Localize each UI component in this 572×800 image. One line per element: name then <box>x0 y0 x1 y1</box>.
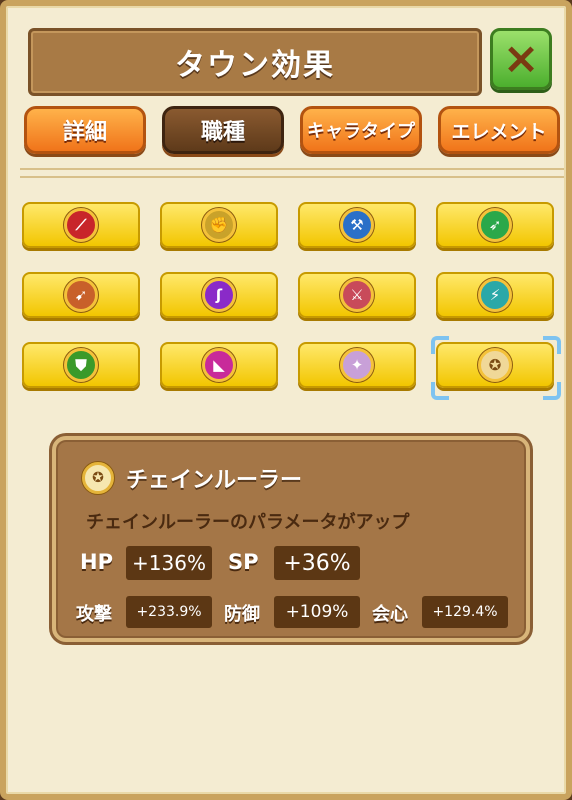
job-button-dual-blade[interactable]: ⚔ <box>298 272 416 318</box>
job-name: チェインルーラー <box>126 468 303 493</box>
defense-value: +109% <box>274 596 360 628</box>
job-button-axe[interactable]: ⚒ <box>298 202 416 248</box>
selection-highlight <box>431 336 561 400</box>
job-button-arrow[interactable]: ➶ <box>436 202 554 248</box>
sp-value: +36% <box>274 546 360 580</box>
spear-icon: ⟋ <box>64 208 98 242</box>
tab-character-type[interactable]: キャラタイプ <box>300 106 422 154</box>
chain-ruler-icon: ✪ <box>82 462 114 494</box>
attack-label: 攻撃 <box>76 604 112 625</box>
job-button-spear[interactable]: ⟋ <box>22 202 140 248</box>
magic-tome-icon: ✦ <box>340 348 374 382</box>
divider <box>20 168 564 178</box>
tab-job[interactable]: 職種 <box>162 106 284 154</box>
tab-element[interactable]: エレメント <box>438 106 560 154</box>
staff-icon: ʃ <box>202 278 236 312</box>
job-button-blade[interactable]: ⚡ <box>436 272 554 318</box>
critical-value: +129.4% <box>422 596 508 628</box>
job-button-staff[interactable]: ʃ <box>160 272 278 318</box>
info-panel: ✪ チェインルーラー チェインルーラーのパラメータがアップ HP +136% S… <box>52 436 530 642</box>
shield-icon: ⛊ <box>64 348 98 382</box>
page-title: タウン効果 <box>175 48 335 83</box>
sp-label: SP <box>228 550 259 574</box>
town-effect-panel: タウン効果 × 詳細 職種 キャラタイプ エレメント ⟋ ✊ ⚒ ➶ ➹ ʃ ⚔… <box>0 0 572 800</box>
title-bar: タウン効果 <box>28 28 482 96</box>
hp-value: +136% <box>126 546 212 580</box>
job-button-magic-tome[interactable]: ✦ <box>298 342 416 388</box>
axe-icon: ⚒ <box>340 208 374 242</box>
dual-blade-icon: ⚔ <box>340 278 374 312</box>
bow-icon: ➹ <box>64 278 98 312</box>
arrow-icon: ➶ <box>478 208 512 242</box>
tab-bar: 詳細 職種 キャラタイプ エレメント <box>24 106 560 156</box>
job-button-bow[interactable]: ➹ <box>22 272 140 318</box>
defense-label: 防御 <box>224 604 260 625</box>
tab-details[interactable]: 詳細 <box>24 106 146 154</box>
critical-label: 会心 <box>372 604 408 625</box>
job-button-boot[interactable]: ◣ <box>160 342 278 388</box>
fist-icon: ✊ <box>202 208 236 242</box>
job-button-fist[interactable]: ✊ <box>160 202 278 248</box>
job-button-shield[interactable]: ⛊ <box>22 342 140 388</box>
job-description: チェインルーラーのパラメータがアップ <box>86 512 410 533</box>
close-icon: × <box>502 33 540 84</box>
close-button[interactable]: × <box>490 28 552 90</box>
attack-value: +233.9% <box>126 596 212 628</box>
info-header: ✪ チェインルーラー <box>82 462 302 494</box>
boot-icon: ◣ <box>202 348 236 382</box>
hp-label: HP <box>80 550 113 574</box>
blade-icon: ⚡ <box>478 278 512 312</box>
